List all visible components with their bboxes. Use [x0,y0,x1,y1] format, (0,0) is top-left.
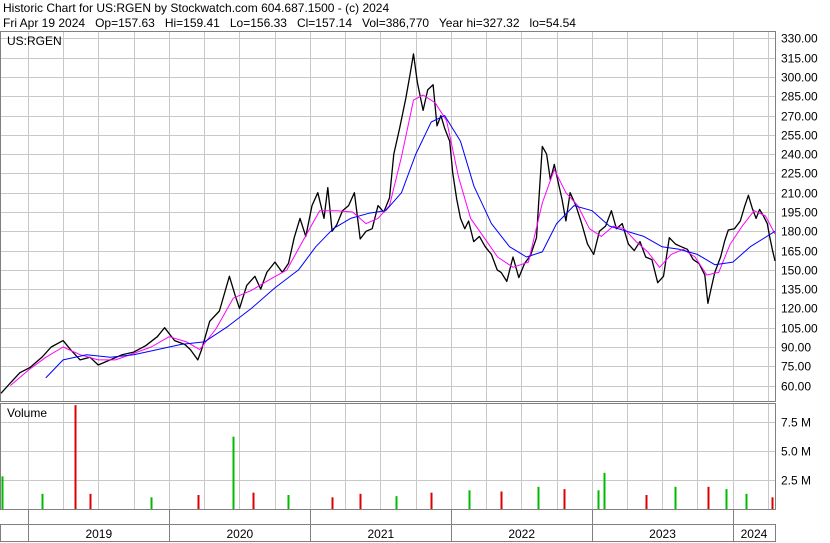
price-tick-label: 165.00 [781,245,818,259]
grid-lines [1,32,775,541]
year-tick-label: 2021 [368,527,395,541]
volume-panel-frame [0,403,776,510]
price-panel-frame [0,31,776,402]
price-series [0,53,776,394]
year-tick-label: 2023 [649,527,676,541]
year-tick-label: 2022 [508,527,535,541]
price-tick-label: 270.00 [781,110,818,124]
price-tick-label: 240.00 [781,148,818,162]
price-tick-label: 195.00 [781,206,818,220]
stock-chart: 60.00 75.00 90.00 105.00 120.00 135.00 150.00 1… [0,31,818,542]
volume-tick-label: 5.0 M [781,445,811,459]
price-tick-label: 255.00 [781,129,818,143]
price-tick-label: 120.00 [781,302,818,316]
price-tick-label: 315.00 [781,52,818,66]
price-tick-label: 180.00 [781,225,818,239]
price-tick-label: 150.00 [781,264,818,278]
volume-label: Volume [7,406,47,420]
moving-average-short [9,94,776,386]
volume-bars [1,405,774,509]
volume-tick-label: 2.5 M [781,474,811,488]
year-tick-label: 2024 [741,527,768,541]
year-tick-label: 2019 [85,527,112,541]
symbol-label: US:RGEN [7,34,62,48]
price-tick-label: 60.00 [781,380,811,394]
price-tick-label: 135.00 [781,283,818,297]
volume-tick-label: 7.5 M [781,416,811,430]
year-tick-label: 2020 [226,527,253,541]
price-tick-label: 105.00 [781,322,818,336]
price-tick-label: 330.00 [781,32,818,46]
price-tick-label: 225.00 [781,167,818,181]
price-tick-label: 300.00 [781,71,818,85]
price-line [0,53,776,394]
price-tick-label: 210.00 [781,187,818,201]
price-tick-label: 75.00 [781,360,811,374]
price-tick-label: 285.00 [781,90,818,104]
price-tick-label: 90.00 [781,341,811,355]
